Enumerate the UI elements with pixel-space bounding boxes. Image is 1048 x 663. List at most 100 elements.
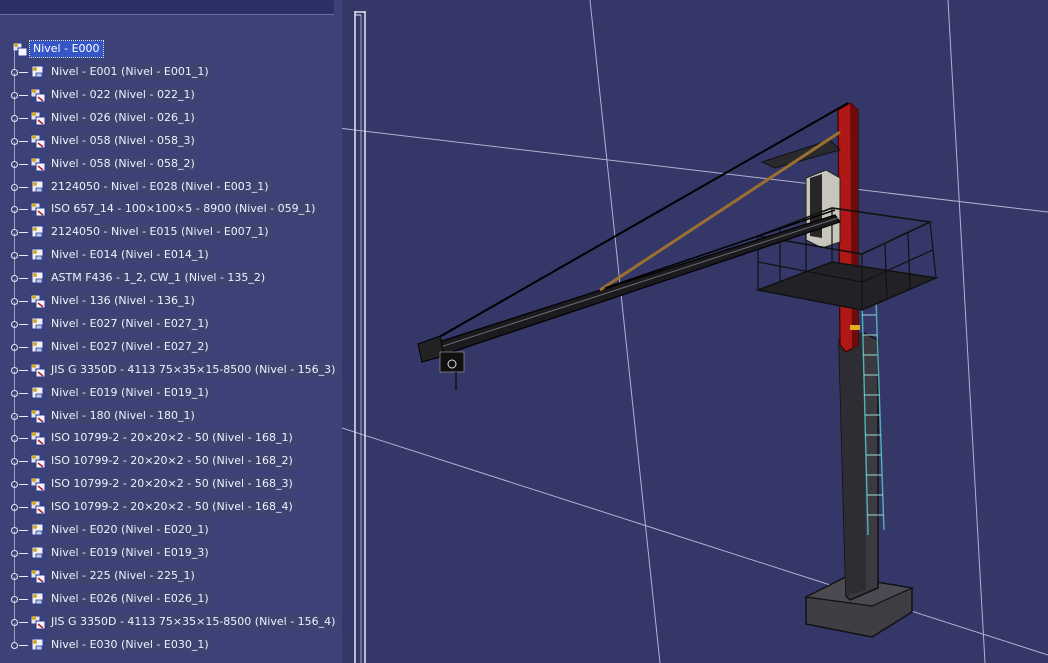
assembly-icon	[30, 500, 46, 515]
tree-node-label: JIS G 3350D - 4113 75×35×15-8500 (Nivel …	[48, 613, 339, 630]
tree-branch-connector	[0, 576, 30, 610]
part-icon	[31, 638, 44, 650]
part-icon	[31, 180, 44, 192]
part-icon	[31, 386, 44, 399]
tree-node[interactable]: 2124050 - Nivel - E028 (Nivel - E003_1)	[0, 164, 272, 198]
tree-branch-connector	[0, 462, 30, 495]
tree-node[interactable]: Nivel - 058 (Nivel - 058_3)	[0, 118, 198, 152]
tree-node[interactable]: Nivel - 225 (Nivel - 225_1)	[0, 553, 198, 587]
tree-root-node[interactable]: Nivel - E000	[0, 38, 104, 60]
expand-node-icon[interactable]	[11, 641, 18, 649]
part-icon	[31, 65, 44, 78]
tree-branch-connector	[0, 324, 30, 358]
tree-branch-connector	[0, 118, 30, 152]
tree-node[interactable]: ASTM F436 - 1_2, CW_1 (Nivel - 135_2)	[0, 256, 269, 289]
tree-branch-connector	[0, 370, 30, 404]
tree-node-label: ISO 657_14 - 100×100×5 - 8900 (Nivel - 0…	[48, 201, 319, 218]
tree-vertical-scrollbar[interactable]	[352, 11, 368, 663]
tree-node[interactable]: Nivel - E019 (Nivel - E019_3)	[0, 530, 212, 564]
part-icon	[31, 523, 44, 536]
tree-root-label: Nivel - E000	[29, 40, 104, 58]
tree-branch-connector	[0, 279, 30, 312]
tree-node-label: Nivel - E027 (Nivel - E027_2)	[48, 338, 212, 355]
tree-branch-connector	[0, 164, 30, 198]
part-icon	[31, 317, 44, 330]
tree-branch-connector	[0, 187, 30, 220]
tree-node-label: 2124050 - Nivel - E028 (Nivel - E003_1)	[48, 178, 272, 195]
tree-node-label: ISO 10799-2 - 20×20×2 - 50 (Nivel - 168_…	[48, 499, 296, 516]
tree-node[interactable]: Nivel - E027 (Nivel - E027_1)	[0, 301, 212, 335]
tree-node[interactable]: Nivel - 136 (Nivel - 136_1)	[0, 279, 198, 312]
tree-node[interactable]: ISO 10799-2 - 20×20×2 - 50 (Nivel - 168_…	[0, 485, 296, 518]
tree-branch-connector	[0, 485, 30, 518]
assembly-icon	[30, 477, 46, 492]
tree-branch-connector	[0, 508, 30, 541]
tree-node-label: Nivel - E020 (Nivel - E020_1)	[48, 522, 212, 538]
tree-node-label: ISO 10799-2 - 20×20×2 - 50 (Nivel - 168_…	[48, 430, 296, 447]
tree-node[interactable]: Nivel - E026 (Nivel - E026_1)	[0, 576, 212, 610]
part-icon	[31, 248, 44, 261]
tree-node[interactable]: 2124050 - Nivel - E015 (Nivel - E007_1)	[0, 210, 272, 243]
tree-node-label: JIS G 3350D - 4113 75×35×15-8500 (Nivel …	[48, 361, 339, 378]
tree-node[interactable]: Nivel - E014 (Nivel - E014_1)	[0, 233, 212, 266]
tree-node[interactable]: Nivel - E020 (Nivel - E020_1)	[0, 508, 212, 541]
assembly-icon	[30, 569, 46, 584]
tree-node[interactable]: ISO 657_14 - 100×100×5 - 8900 (Nivel - 0…	[0, 187, 319, 220]
tree-node[interactable]: ISO 10799-2 - 20×20×2 - 50 (Nivel - 168_…	[0, 439, 296, 472]
tree-node-label: Nivel - E030 (Nivel - E030_1)	[48, 636, 212, 653]
tree-node[interactable]: Nivel - E030 (Nivel - E030_1)	[0, 622, 212, 656]
assembly-icon	[30, 454, 46, 469]
tree-branch-connector	[0, 256, 30, 289]
tree-node[interactable]: Nivel - 180 (Nivel - 180_1)	[0, 393, 198, 427]
tree-node[interactable]: Nivel - E027 (Nivel - E027_2)	[0, 324, 212, 358]
assembly-icon	[30, 134, 46, 149]
tree-node-label: Nivel - E027 (Nivel - E027_1)	[48, 315, 212, 332]
tree-node-label: Nivel - 225 (Nivel - 225_1)	[48, 567, 198, 584]
tree-branch-connector	[0, 416, 30, 449]
tree-node-label: 2124050 - Nivel - E015 (Nivel - E007_1)	[48, 224, 272, 241]
part-icon	[31, 592, 44, 605]
tree-node-label: Nivel - 022 (Nivel - 022_1)	[48, 86, 198, 103]
tree-node-label: ISO 10799-2 - 20×20×2 - 50 (Nivel - 168_…	[48, 476, 296, 493]
tree-node-label: Nivel - E019 (Nivel - E019_1)	[48, 384, 212, 401]
tree-branch-connector	[0, 553, 30, 587]
tree-branch-connector	[0, 233, 30, 266]
tree-branch-connector	[0, 393, 30, 427]
tree-branch-connector	[0, 141, 30, 175]
tree-node[interactable]: JIS G 3350D - 4113 75×35×15-8500 (Nivel …	[0, 599, 339, 633]
tree-node-label: Nivel - E014 (Nivel - E014_1)	[48, 247, 212, 264]
tree-branch-connector	[0, 210, 30, 243]
tree-node[interactable]: ISO 10799-2 - 20×20×2 - 50 (Nivel - 168_…	[0, 416, 296, 449]
tree-node[interactable]: JIS G 3350D - 4113 75×35×15-8500 (Nivel …	[0, 347, 339, 381]
part-icon	[31, 340, 44, 353]
assembly-icon	[30, 157, 46, 172]
specification-tree-panel: Nivel - E000 Nivel - E001 (Nivel - E001_…	[0, 0, 342, 663]
tree-branch-connector	[0, 622, 30, 656]
tree-node[interactable]: Nivel - E019 (Nivel - E019_1)	[0, 370, 212, 404]
tree-branch-connector	[0, 347, 30, 381]
tree-branch-connector	[0, 50, 30, 83]
tree-node-label: Nivel - 058 (Nivel - 058_2)	[48, 155, 198, 172]
tree-branch-connector	[0, 301, 30, 335]
tree-node-label: ISO 10799-2 - 20×20×2 - 50 (Nivel - 168_…	[48, 453, 296, 470]
assembly-icon	[30, 88, 46, 103]
assembly-icon	[30, 294, 46, 309]
tree-branch-connector	[0, 72, 30, 106]
assembly-icon	[30, 615, 46, 630]
tree-branch-connector	[0, 599, 30, 633]
assembly-icon	[30, 111, 46, 126]
part-icon	[31, 225, 44, 238]
tree-node[interactable]: ISO 10799-2 - 20×20×2 - 50 (Nivel - 168_…	[0, 462, 296, 495]
tree-node[interactable]: Nivel - 022 (Nivel - 022_1)	[0, 72, 198, 106]
tree-node[interactable]: Nivel - 026 (Nivel - 026_1)	[0, 95, 198, 129]
tree-node[interactable]: Nivel - E001 (Nivel - E001_1)	[0, 50, 212, 83]
tree-node-label: Nivel - E026 (Nivel - E026_1)	[48, 590, 212, 607]
tree-node-label: Nivel - E001 (Nivel - E001_1)	[48, 64, 212, 80]
tree-node[interactable]: Nivel - 058 (Nivel - 058_2)	[0, 141, 198, 175]
tree-node-label: Nivel - E019 (Nivel - E019_3)	[48, 544, 212, 561]
tree-branch-connector	[0, 95, 30, 129]
tree-node-label: Nivel - 180 (Nivel - 180_1)	[48, 407, 198, 424]
part-icon	[31, 546, 44, 559]
tree-branch-connector	[0, 530, 30, 564]
tree-node-label: Nivel - 026 (Nivel - 026_1)	[48, 109, 198, 126]
